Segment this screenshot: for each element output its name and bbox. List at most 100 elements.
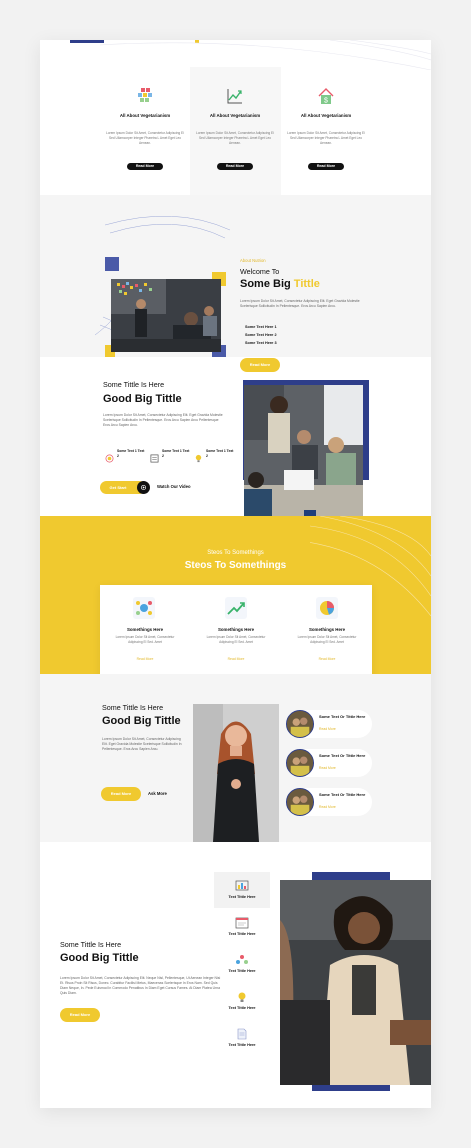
trend-chart-icon <box>225 597 247 619</box>
browser-icon <box>235 916 249 929</box>
document-icon <box>150 450 159 463</box>
bulb-icon <box>194 450 203 463</box>
about-welcome: Welcome To <box>240 267 280 276</box>
feature-desc: Lorem Ipsum Dolor Sit Amet, Consectetur … <box>287 131 365 145</box>
top-decor-lines <box>100 40 431 70</box>
good2-read-more-button[interactable]: Read More <box>101 787 141 801</box>
feature-item: Some Text 1 Text 2 <box>105 448 149 463</box>
step-card: Somethings Here Lorem Ipsum Dolor Sit Am… <box>284 595 370 675</box>
handshake-photo <box>280 880 431 1085</box>
read-more-button[interactable]: Read More <box>217 163 253 170</box>
feature-desc: Lorem Ipsum Dolor Sit Amet, Consectetur … <box>196 131 274 145</box>
play-icon[interactable] <box>137 481 150 494</box>
about-photo <box>111 279 221 352</box>
decor-square-navy <box>105 257 119 271</box>
section-desc: Lorem Ipsum Dolor Sit Amet, Consectetur … <box>102 737 182 751</box>
section-title: Good Big Tittle <box>102 715 181 727</box>
landing-page: All About Vegetarianism Lorem Ipsum Dolo… <box>40 40 431 1108</box>
target-icon <box>105 450 114 463</box>
feature-card: $ All About Vegetarianism Lorem Ipsum Do… <box>283 87 369 197</box>
read-more-button[interactable]: Read More <box>308 163 344 170</box>
feature-card: All About Vegetarianism Lorem Ipsum Dolo… <box>192 87 278 197</box>
step-card: Somethings Here Lorem Ipsum Dolor Sit Am… <box>193 595 279 675</box>
step-title: Somethings Here <box>217 627 255 632</box>
info-card: Some Text Or Tittle Here Read More <box>286 749 372 777</box>
step-card: Somethings Here Lorem Ipsum Dolor Sit Am… <box>102 595 188 675</box>
people-network-icon <box>133 597 155 619</box>
about-read-more-button[interactable]: Read More <box>240 358 280 372</box>
list-item: Some Text Here 1 <box>245 325 277 329</box>
woman-photo <box>193 704 279 842</box>
step-desc: Lorem Ipsum Dolor Sit Amet, Consectetur … <box>206 635 266 644</box>
house-money-icon: $ <box>317 87 335 105</box>
ask-more-link[interactable]: Ask More <box>148 791 167 796</box>
section-subtitle: Some Tittle Is Here <box>60 940 122 949</box>
growth-chart-icon <box>226 87 244 105</box>
decor-navy-bar <box>312 872 390 880</box>
blocks-icon <box>136 87 154 105</box>
idea-icon <box>235 990 249 1002</box>
info-card-title: Some Text Or Tittle Here <box>319 753 366 758</box>
card-avatar <box>286 749 314 777</box>
step-read-more-link[interactable]: Read More <box>193 657 279 661</box>
tab-item[interactable]: Text Tittle Here <box>214 909 270 945</box>
feature-item-label: Some Text 1 Text 2 <box>117 449 145 458</box>
info-card-link[interactable]: Read More <box>319 805 336 809</box>
feature-title: All About Vegetarianism <box>300 113 352 118</box>
section-desc: Lorem Ipsum Dolor Sit Amet, Consectetur … <box>103 413 223 427</box>
about-list: Some Text Here 1 Some Text Here 2 Some T… <box>245 323 277 347</box>
tab-label: Text Tittle Here <box>228 1043 256 1047</box>
watch-video-link[interactable]: Watch Our Video <box>157 484 191 489</box>
section-desc: Lorem Ipsum Dolor Sit Amet, Consectetur … <box>60 976 221 995</box>
section-subtitle: Some Tittle Is Here <box>103 380 165 389</box>
steps-subtitle: Steos To Somethings <box>207 550 264 556</box>
good3-read-more-button[interactable]: Read More <box>60 1008 100 1022</box>
tab-label: Text Tittle Here <box>228 1006 256 1010</box>
about-eyebrow: About Nutrion <box>240 258 266 263</box>
info-card-title: Some Text Or Tittle Here <box>319 792 366 797</box>
feature-item: Some Text 1 Text 2 <box>150 448 194 463</box>
list-item: Some Text Here 3 <box>245 341 277 345</box>
about-title-accent: Tittle <box>293 278 320 290</box>
about-title: Some Big Tittle <box>240 278 320 290</box>
top-decor-navy <box>70 40 104 43</box>
read-more-button[interactable]: Read More <box>127 163 163 170</box>
about-section: About Nutrion Welcome To Some Big Tittle… <box>40 195 431 372</box>
card-avatar <box>286 788 314 816</box>
team-icon <box>235 953 249 965</box>
tab-label: Text Tittle Here <box>228 895 256 899</box>
step-title: Somethings Here <box>308 627 346 632</box>
info-card-link[interactable]: Read More <box>319 727 336 731</box>
section-subtitle: Some Tittle Is Here <box>102 703 164 712</box>
feature-item-label: Some Text 1 Text 2 <box>162 449 190 458</box>
info-card: Some Text Or Tittle Here Read More <box>286 710 372 738</box>
feature-card: All About Vegetarianism Lorem Ipsum Dolo… <box>102 87 188 197</box>
tab-item[interactable]: Text Tittle Here <box>214 1020 270 1056</box>
feature-title: All About Vegetarianism <box>209 113 261 118</box>
info-card-title: Some Text Or Tittle Here <box>319 714 366 719</box>
pie-chart-icon <box>316 597 338 619</box>
tab-label: Text Tittle Here <box>228 932 256 936</box>
section-title: Good Big Tittle <box>103 393 182 405</box>
step-read-more-link[interactable]: Read More <box>284 657 370 661</box>
step-desc: Lorem Ipsum Dolor Sit Amet, Consectetur … <box>115 635 175 644</box>
step-desc: Lorem Ipsum Dolor Sit Amet, Consectetur … <box>297 635 357 644</box>
dashboard-icon <box>235 879 249 891</box>
info-card: Some Text Or Tittle Here Read More <box>286 788 372 816</box>
tab-item-active[interactable]: Text Tittle Here <box>214 872 270 908</box>
tab-item[interactable]: Text Tittle Here <box>214 946 270 982</box>
info-card-link[interactable]: Read More <box>319 766 336 770</box>
feature-item: Some Text 1 Text 2 <box>194 448 238 463</box>
step-title: Somethings Here <box>126 627 164 632</box>
tab-column: Text Tittle Here Text Tittle Here Text T… <box>214 872 270 1060</box>
steps-title: Steos To Somethings <box>184 560 287 571</box>
feature-title: All About Vegetarianism <box>119 113 171 118</box>
feature-item-label: Some Text 1 Text 2 <box>206 449 234 458</box>
section-title: Good Big Tittle <box>60 952 139 964</box>
card-avatar <box>286 710 314 738</box>
tab-label: Text Tittle Here <box>228 969 256 973</box>
about-desc: Lorem Ipsum Dolor Sit Amet, Consectetur … <box>240 299 360 308</box>
about-title-main: Some Big <box>240 278 291 290</box>
step-read-more-link[interactable]: Read More <box>102 657 188 661</box>
tab-item[interactable]: Text Tittle Here <box>214 983 270 1019</box>
